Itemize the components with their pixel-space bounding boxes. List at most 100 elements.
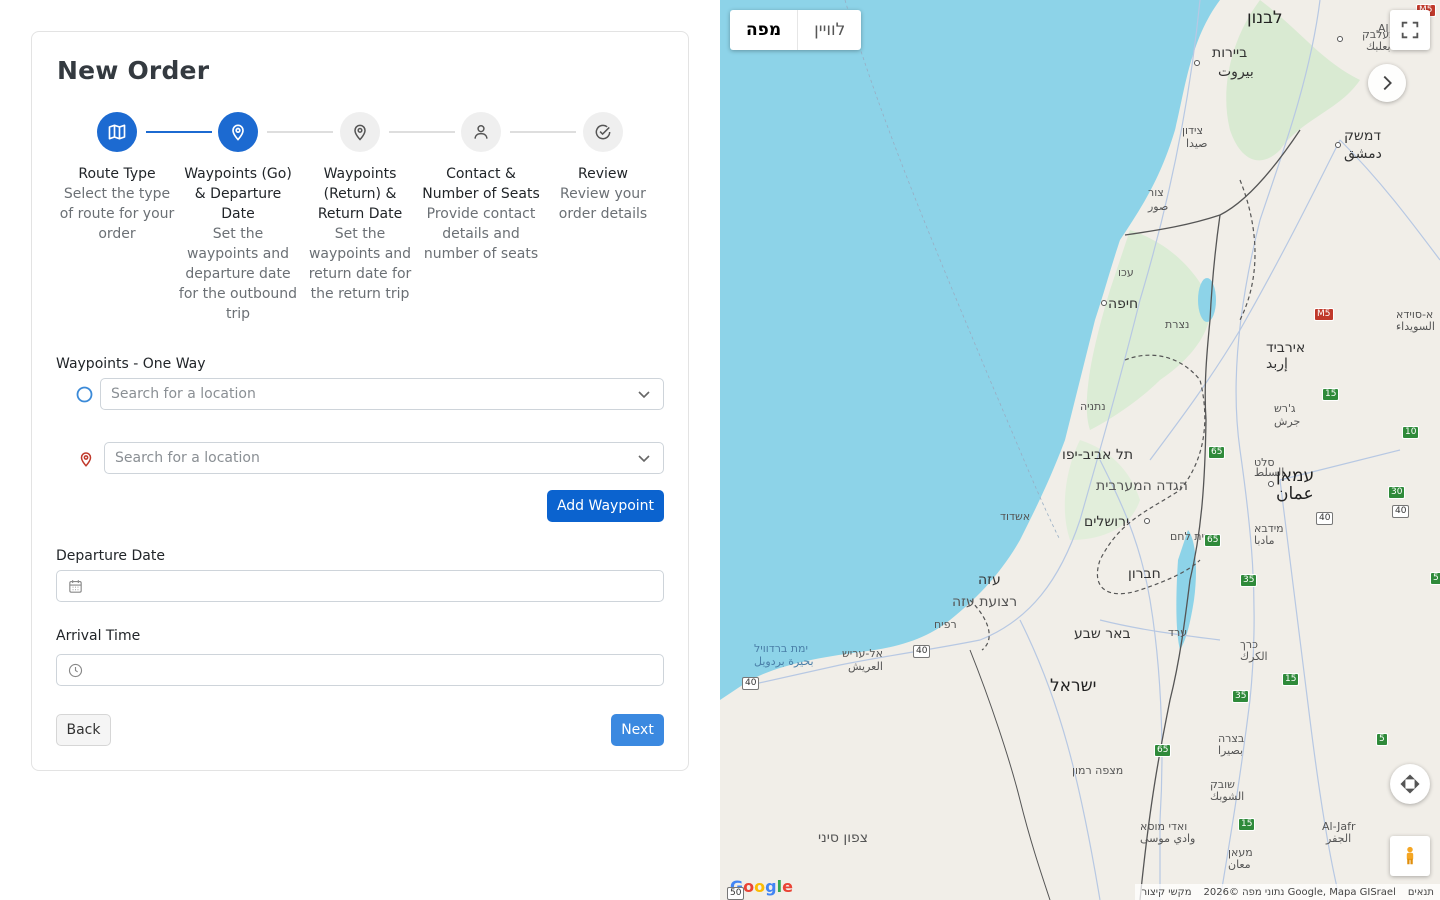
next-button[interactable]: Next [611, 714, 664, 746]
map-label: مادبا [1254, 534, 1275, 547]
map-pan-control[interactable] [1390, 764, 1430, 804]
step-contact-seats[interactable]: Contact & Number of Seats Provide contac… [420, 112, 542, 264]
map-label: بصيرا [1218, 744, 1244, 757]
road-shield: M5 [1314, 308, 1334, 321]
step-title: Waypoints (Go) & Departure Date [184, 166, 292, 222]
step-title: Contact & Number of Seats [422, 166, 540, 202]
origin-circle-icon [76, 386, 93, 403]
road-shield: 65 [1204, 534, 1222, 547]
map-label: צפון סיני [818, 830, 869, 846]
map-next-button[interactable] [1368, 64, 1406, 102]
map-label: רפיח [934, 618, 957, 631]
road-shield: 40 [1316, 512, 1334, 525]
map-label: צידון [1182, 124, 1203, 137]
map-label: מצפה רמון [1072, 764, 1124, 777]
map-label: ערד [1168, 626, 1188, 639]
fullscreen-icon [1401, 21, 1419, 39]
shortcuts-link[interactable]: מקשי קיצור [1141, 887, 1191, 898]
map-label: الجفر [1326, 832, 1352, 845]
step-waypoints-go[interactable]: Waypoints (Go) & Departure Date Set the … [177, 112, 299, 324]
back-button[interactable]: Back [56, 714, 111, 746]
order-panel: New Order Route Type Select the type of … [0, 0, 720, 900]
road-shield: 50 [727, 887, 745, 900]
map-label: بعلبك [1366, 40, 1391, 53]
map-city-dot [1335, 142, 1341, 148]
chevron-down-icon [638, 455, 650, 463]
add-waypoint-button[interactable]: Add Waypoint [547, 490, 664, 522]
step-circle [97, 112, 137, 152]
road-shield: 5 [1430, 572, 1440, 585]
origin-placeholder: Search for a location [111, 386, 256, 402]
map-label: دمشق [1344, 146, 1382, 162]
map-label: العريش [848, 660, 883, 673]
step-description: Set the waypoints and departure date for… [178, 226, 298, 322]
map-city-dot [1194, 60, 1200, 66]
map-label: חיפה [1108, 296, 1139, 312]
map-label: Al [1378, 22, 1389, 35]
step-title: Waypoints (Return) & Return Date [317, 166, 403, 222]
map-label: ישראל [1050, 676, 1097, 696]
step-description: Review your order details [558, 186, 648, 222]
destination-placeholder: Search for a location [115, 450, 260, 466]
map-type-map-button[interactable]: מפה [730, 10, 797, 50]
map-type-satellite-button[interactable]: לוויין [797, 10, 861, 50]
step-title: Route Type [78, 166, 156, 182]
page-title: New Order [57, 56, 210, 85]
map-label: לבנון [1247, 8, 1283, 28]
road-shield: 5 [1376, 733, 1388, 746]
map-label: السويداء [1396, 320, 1435, 333]
map-label: الكرك [1240, 650, 1268, 663]
step-circle [340, 112, 380, 152]
waypoints-label: Waypoints - One Way [56, 356, 206, 372]
user-icon [474, 124, 488, 139]
road-shield: 65 [1208, 446, 1226, 459]
terms-link[interactable]: תנאים [1408, 887, 1434, 898]
new-order-card: New Order Route Type Select the type of … [31, 31, 689, 771]
destination-location-select[interactable]: Search for a location [104, 442, 664, 474]
fullscreen-button[interactable] [1390, 10, 1430, 50]
arrival-time-input[interactable] [56, 654, 664, 686]
map-label: بحيرة بردويل [754, 655, 814, 668]
map-attribution: מקשי קיצור נתוני מפה ©2026 Google, Mapa … [1135, 884, 1440, 900]
map-label: אל-עריש [842, 647, 883, 660]
step-review[interactable]: Review Review your order details [542, 112, 664, 224]
step-title: Review [578, 166, 628, 182]
step-circle [583, 112, 623, 152]
origin-location-select[interactable]: Search for a location [100, 378, 664, 410]
map-label: جرش [1274, 415, 1301, 428]
departure-date-input[interactable] [56, 570, 664, 602]
map-view[interactable]: לבנון בעלבק بعلبك ביירות بيروت צידון صيد… [720, 0, 1440, 900]
map-label: חברון [1128, 566, 1161, 582]
road-shield: 15 [1282, 673, 1300, 686]
street-view-pegman[interactable] [1390, 836, 1430, 876]
step-description: Select the type of route for your order [59, 186, 175, 242]
road-shield: 10 [1402, 426, 1420, 439]
step-route-type[interactable]: Route Type Select the type of route for … [56, 112, 178, 244]
step-waypoints-return[interactable]: Waypoints (Return) & Return Date Set the… [299, 112, 421, 304]
map-city-dot [1268, 481, 1274, 487]
map-label: بيروت [1218, 64, 1254, 80]
road-shield: 15 [1238, 818, 1256, 831]
map-label: אירביד [1266, 340, 1306, 356]
departure-date-label: Departure Date [56, 548, 165, 564]
map-label: صيدا [1186, 137, 1208, 150]
map-label: דמשק [1344, 128, 1382, 144]
road-shield: 15 [1322, 388, 1340, 401]
map-label: עכו [1118, 266, 1134, 279]
map-label: נצרת [1165, 318, 1190, 331]
map-label: תל אביב-יפו [1062, 447, 1134, 463]
map-type-control: מפה לוויין [730, 10, 862, 50]
map-data-attribution: נתוני מפה ©2026 Google, Mapa GISrael [1203, 886, 1396, 898]
map-label: אשדוד [1000, 510, 1031, 523]
pan-arrows-icon [1400, 774, 1420, 794]
map-label: إربد [1266, 356, 1288, 372]
location-pin-icon [354, 124, 366, 141]
road-shield: 40 [913, 645, 931, 658]
step-description: Set the waypoints and return date for th… [308, 226, 412, 302]
map-label: الشوبك [1210, 790, 1245, 803]
step-circle [461, 112, 501, 152]
map-city-dot [1101, 300, 1107, 306]
map-label: ביירות [1212, 45, 1248, 61]
map-label: معان [1228, 858, 1251, 871]
map-label: צור [1148, 186, 1164, 199]
